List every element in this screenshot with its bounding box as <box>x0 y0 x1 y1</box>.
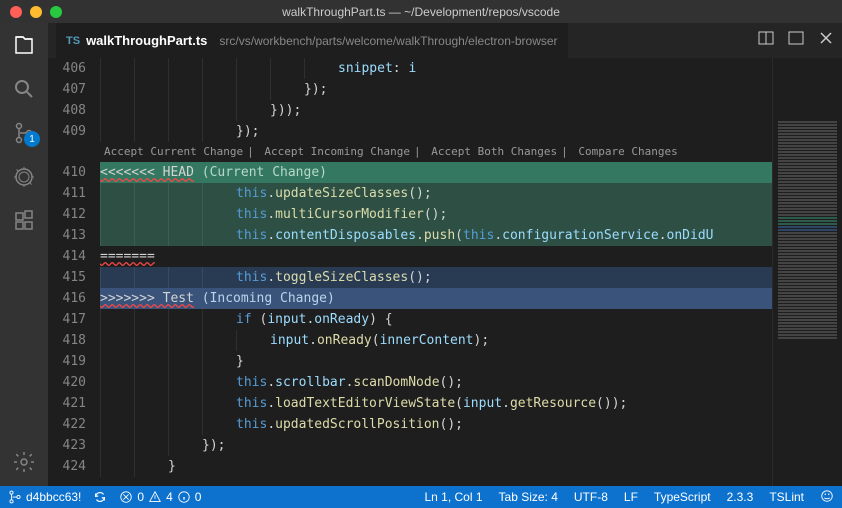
minimap[interactable] <box>772 58 842 486</box>
titlebar: walkThroughPart.ts — ~/Development/repos… <box>0 0 842 23</box>
extensions-icon[interactable] <box>12 209 36 233</box>
close-tab-icon[interactable] <box>818 30 834 51</box>
git-branch-status[interactable]: d4bbcc63! <box>8 490 81 504</box>
typescript-file-icon: TS <box>66 35 80 47</box>
window-title: walkThroughPart.ts — ~/Development/repos… <box>282 5 560 19</box>
maximize-window-button[interactable] <box>50 6 62 18</box>
language-mode[interactable]: TypeScript <box>654 490 711 504</box>
split-editor-icon[interactable] <box>758 30 774 51</box>
encoding[interactable]: UTF-8 <box>574 490 608 504</box>
conflict-incoming-marker: >>>>>>> Test <box>100 291 194 306</box>
accept-both-link[interactable]: Accept Both Changes <box>431 145 557 158</box>
conflict-head-marker: <<<<<<< HEAD <box>100 165 194 180</box>
activity-bar: 1 <box>0 23 48 486</box>
ts-version[interactable]: 2.3.3 <box>727 490 754 504</box>
source-control-icon[interactable]: 1 <box>12 121 36 145</box>
search-icon[interactable] <box>12 77 36 101</box>
accept-incoming-link[interactable]: Accept Incoming Change <box>264 145 410 158</box>
explorer-icon[interactable] <box>12 33 36 57</box>
tslint-status[interactable]: TSLint <box>769 490 804 504</box>
tab-active[interactable]: TS walkThroughPart.ts src/vs/workbench/p… <box>56 23 568 58</box>
line-number-gutter: 406 407 408 409 410 411 412 413 414 415 … <box>48 58 100 486</box>
more-actions-icon[interactable] <box>788 30 804 51</box>
close-window-button[interactable] <box>10 6 22 18</box>
settings-gear-icon[interactable] <box>12 450 36 474</box>
sync-status[interactable] <box>93 490 107 504</box>
eol[interactable]: LF <box>624 490 638 504</box>
cursor-position[interactable]: Ln 1, Col 1 <box>424 490 482 504</box>
editor-content[interactable]: 406 407 408 409 410 411 412 413 414 415 … <box>48 58 842 486</box>
compare-changes-link[interactable]: Compare Changes <box>578 145 677 158</box>
problems-status[interactable]: 0 4 0 <box>119 490 201 504</box>
accept-current-link[interactable]: Accept Current Change <box>104 145 243 158</box>
tab-path: src/vs/workbench/parts/welcome/walkThrou… <box>219 34 557 48</box>
debug-icon[interactable] <box>12 165 36 189</box>
minimize-window-button[interactable] <box>30 6 42 18</box>
tab-size[interactable]: Tab Size: 4 <box>499 490 558 504</box>
conflict-separator: ======= <box>100 249 155 264</box>
tab-bar: TS walkThroughPart.ts src/vs/workbench/p… <box>48 23 842 58</box>
feedback-icon[interactable] <box>820 489 834 506</box>
status-bar: d4bbcc63! 0 4 0 Ln 1, Col 1 Tab Size: 4 … <box>0 486 842 508</box>
tab-filename: walkThroughPart.ts <box>86 33 207 48</box>
scm-badge: 1 <box>24 131 40 147</box>
merge-codelens: Accept Current Change| Accept Incoming C… <box>100 142 772 162</box>
